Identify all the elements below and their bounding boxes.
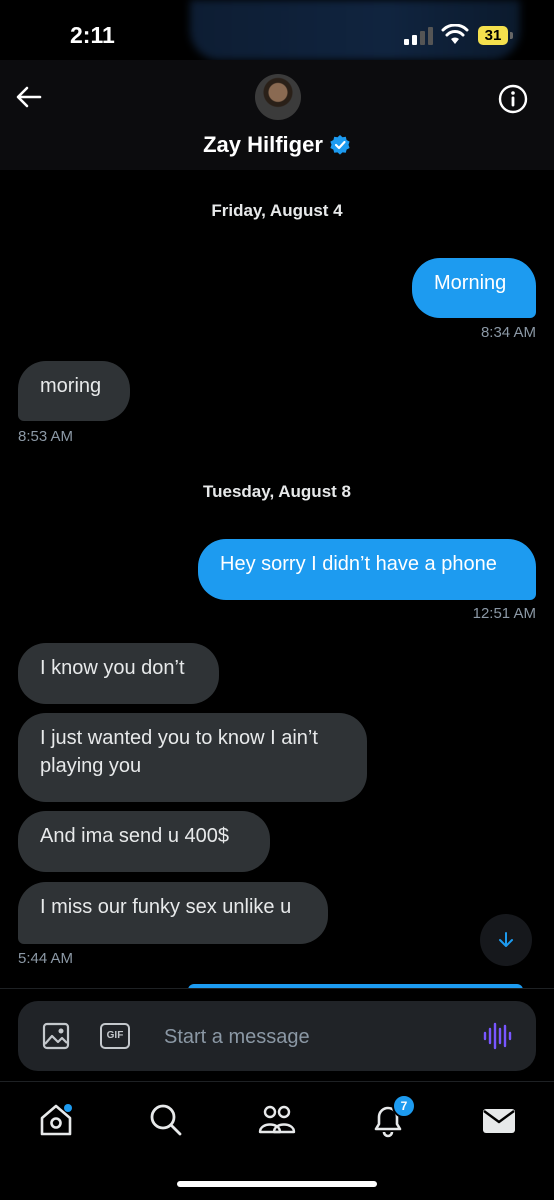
- notifications-badge: 7: [392, 1094, 416, 1118]
- status-bar-backdrop: [190, 0, 520, 60]
- message-bubble-received[interactable]: I know you don’t: [18, 643, 219, 704]
- nav-notifications[interactable]: 7: [368, 1094, 416, 1140]
- message-timestamp: 8:34 AM: [480, 324, 536, 341]
- date-separator: Friday, August 4: [211, 201, 343, 220]
- wifi-icon: [441, 24, 469, 44]
- composer: GIF: [18, 1001, 536, 1071]
- arrow-down-icon: [499, 932, 513, 947]
- dm-conversation-screen: 2:11 31 Zay Hilfiger Friday, August 4 Mo…: [0, 0, 554, 1200]
- nav-communities[interactable]: [257, 1100, 297, 1140]
- message-bubble-sent[interactable]: Morning: [412, 258, 536, 318]
- arrow-left-icon[interactable]: [14, 82, 44, 112]
- message-timestamp: 8:53 AM: [18, 428, 74, 445]
- voice-message-icon[interactable]: [482, 1021, 512, 1051]
- avatar[interactable]: [255, 74, 301, 120]
- battery-indicator: 31: [478, 26, 508, 45]
- home-indicator: [177, 1181, 377, 1187]
- home-unread-dot: [64, 1104, 72, 1112]
- date-separator: Tuesday, August 8: [203, 482, 351, 501]
- cellular-signal-icon: [404, 27, 433, 45]
- battery-nub: [510, 32, 513, 39]
- contact-name[interactable]: Zay Hilfiger: [0, 132, 554, 158]
- info-icon[interactable]: [497, 83, 529, 115]
- nav-search[interactable]: [146, 1100, 186, 1140]
- scroll-to-bottom-button[interactable]: [480, 914, 532, 966]
- conversation-header: Zay Hilfiger: [0, 60, 554, 170]
- message-bubble-received[interactable]: And ima send u 400$: [18, 811, 270, 872]
- nav-home[interactable]: [36, 1100, 76, 1140]
- status-time: 2:11: [70, 22, 115, 48]
- communities-icon: [258, 1105, 296, 1134]
- message-bubble-received[interactable]: moring: [18, 361, 130, 421]
- verified-badge-icon: [330, 135, 350, 155]
- message-timestamp: 12:51 AM: [472, 605, 536, 622]
- image-icon[interactable]: [42, 1022, 70, 1050]
- message-bubble-received[interactable]: I miss our funky sex unlike u: [18, 882, 328, 944]
- composer-bar: GIF: [0, 988, 554, 1081]
- gif-button[interactable]: GIF: [100, 1023, 130, 1049]
- message-bubble-sent[interactable]: Hey sorry I didn’t have a phone: [198, 539, 536, 600]
- message-input[interactable]: [162, 1016, 466, 1058]
- envelope-icon: [483, 1109, 515, 1133]
- search-icon: [150, 1104, 182, 1136]
- message-bubble-received[interactable]: I just wanted you to know I ain’t playin…: [18, 713, 367, 802]
- nav-messages[interactable]: [479, 1100, 519, 1140]
- contact-name-text: Zay Hilfiger: [203, 132, 323, 157]
- message-timestamp: 5:44 AM: [18, 950, 74, 967]
